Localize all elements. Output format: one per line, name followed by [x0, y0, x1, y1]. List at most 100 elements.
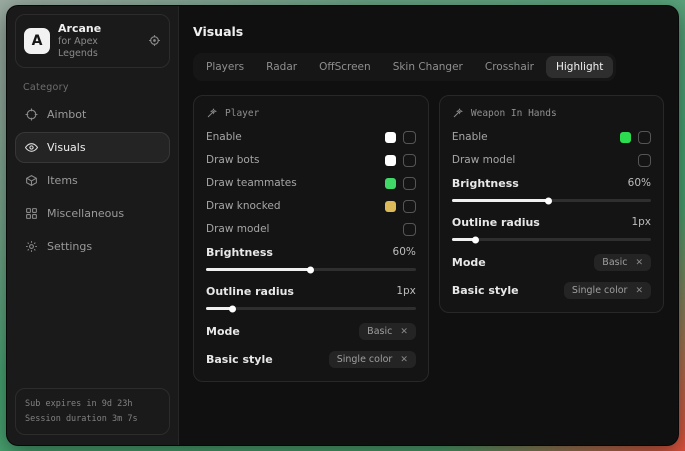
- slider-label: Outline radius: [452, 216, 540, 229]
- slider-fill: [206, 268, 311, 271]
- subscription-info-card: Sub expires in 9d 23h Session duration 3…: [15, 388, 170, 435]
- slider-value: 1px: [631, 216, 651, 228]
- checkbox[interactable]: [403, 200, 416, 213]
- slider-thumb[interactable]: [307, 266, 314, 273]
- sidebar-item-items[interactable]: Items: [15, 165, 170, 196]
- toggle-row-draw-bots: Draw bots: [206, 153, 416, 167]
- tab-radar[interactable]: Radar: [256, 56, 307, 78]
- checkbox[interactable]: [403, 223, 416, 236]
- sidebar-item-label: Visuals: [47, 141, 86, 154]
- tag-close-icon[interactable]: ✕: [635, 286, 643, 296]
- toggle-label: Draw knocked: [206, 200, 281, 212]
- slider-fill: [452, 238, 476, 241]
- toggle-row-draw-teammates: Draw teammates: [206, 176, 416, 190]
- tag-label: Basic style: [206, 353, 273, 366]
- sidebar-item-label: Miscellaneous: [47, 207, 124, 220]
- mode-row: Mode Basic ✕: [206, 323, 416, 340]
- tab-offscreen[interactable]: OffScreen: [309, 56, 381, 78]
- weapon-in-hands-panel: Weapon In Hands Enable Draw model Bright…: [439, 95, 664, 313]
- slider-thumb[interactable]: [229, 305, 236, 312]
- toggle-label: Draw bots: [206, 154, 259, 166]
- tag-value: Single color: [337, 354, 393, 365]
- tag-value: Single color: [572, 285, 628, 296]
- app-window: A Arcane for Apex Legends Category: [6, 5, 679, 446]
- slider-thumb[interactable]: [545, 197, 552, 204]
- sidebar-item-settings[interactable]: Settings: [15, 231, 170, 262]
- category-label: Category: [23, 82, 170, 93]
- basic-style-row: Basic style Single color ✕: [452, 282, 651, 299]
- checkbox[interactable]: [403, 131, 416, 144]
- app-meta: Arcane for Apex Legends: [58, 22, 140, 60]
- grid-icon: [25, 207, 38, 220]
- sidebar-header-card: A Arcane for Apex Legends: [15, 14, 170, 68]
- slider-fill: [206, 307, 233, 310]
- page-title: Visuals: [193, 24, 664, 39]
- color-swatch[interactable]: [385, 155, 396, 166]
- player-panel-header: Player: [206, 107, 416, 119]
- mode-row: Mode Basic ✕: [452, 254, 651, 271]
- slider-value: 60%: [628, 177, 651, 189]
- target-icon[interactable]: [148, 34, 161, 47]
- sidebar-item-label: Settings: [47, 240, 92, 253]
- tag-value: Basic: [367, 326, 392, 337]
- checkbox[interactable]: [403, 154, 416, 167]
- tag-close-icon[interactable]: ✕: [400, 355, 408, 365]
- toggle-row-enable: Enable: [452, 130, 651, 144]
- toggle-row-draw-model: Draw model: [206, 222, 416, 236]
- color-swatch[interactable]: [620, 132, 631, 143]
- slider-row-outline-radius: Outline radius 1px: [452, 215, 651, 229]
- slider-row-outline-radius: Outline radius 1px: [206, 284, 416, 298]
- mode-tag[interactable]: Basic ✕: [594, 254, 651, 271]
- sidebar-item-miscellaneous[interactable]: Miscellaneous: [15, 198, 170, 229]
- checkbox[interactable]: [403, 177, 416, 190]
- panel-title: Player: [225, 108, 259, 119]
- slider-fill: [452, 199, 550, 202]
- slider-label: Brightness: [452, 177, 519, 190]
- sidebar-item-label: Items: [47, 174, 78, 187]
- sidebar-item-visuals[interactable]: Visuals: [15, 132, 170, 163]
- outline-radius-slider[interactable]: [206, 307, 416, 310]
- tag-close-icon[interactable]: ✕: [400, 327, 408, 337]
- tag-label: Mode: [452, 256, 486, 269]
- mode-tag[interactable]: Basic ✕: [359, 323, 416, 340]
- app-subtitle: for Apex Legends: [58, 36, 140, 60]
- player-panel: Player Enable Draw bots: [193, 95, 429, 382]
- outline-radius-slider[interactable]: [452, 238, 651, 241]
- tab-skin-changer[interactable]: Skin Changer: [383, 56, 473, 78]
- toggle-row-enable: Enable: [206, 130, 416, 144]
- tag-close-icon[interactable]: ✕: [635, 258, 643, 268]
- wand-icon: [452, 107, 464, 119]
- tab-highlight[interactable]: Highlight: [546, 56, 613, 78]
- sidebar-item-aimbot[interactable]: Aimbot: [15, 99, 170, 130]
- session-duration-text: Session duration 3m 7s: [25, 412, 160, 426]
- tab-crosshair[interactable]: Crosshair: [475, 56, 544, 78]
- eye-icon: [25, 141, 38, 154]
- checkbox[interactable]: [638, 154, 651, 167]
- checkbox[interactable]: [638, 131, 651, 144]
- tab-players[interactable]: Players: [196, 56, 254, 78]
- brightness-slider[interactable]: [452, 199, 651, 202]
- toggle-label: Draw model: [452, 154, 515, 166]
- toggle-row-draw-knocked: Draw knocked: [206, 199, 416, 213]
- slider-thumb[interactable]: [472, 236, 479, 243]
- color-swatch[interactable]: [385, 201, 396, 212]
- panel-title: Weapon In Hands: [471, 108, 557, 119]
- app-name: Arcane: [58, 22, 140, 36]
- toggle-row-draw-model: Draw model: [452, 153, 651, 167]
- app-logo: A: [24, 28, 50, 54]
- wand-icon: [206, 107, 218, 119]
- toggle-label: Draw model: [206, 223, 269, 235]
- basic-style-tag[interactable]: Single color ✕: [564, 282, 651, 299]
- toggle-label: Enable: [206, 131, 242, 143]
- slider-value: 60%: [393, 246, 416, 258]
- slider-label: Brightness: [206, 246, 273, 259]
- basic-style-tag[interactable]: Single color ✕: [329, 351, 416, 368]
- brightness-slider[interactable]: [206, 268, 416, 271]
- weapon-panel-header: Weapon In Hands: [452, 107, 651, 119]
- sidebar-nav: Aimbot Visuals Items: [15, 99, 170, 262]
- toggle-label: Draw teammates: [206, 177, 297, 189]
- color-swatch[interactable]: [385, 178, 396, 189]
- panels-row: Player Enable Draw bots: [193, 95, 664, 382]
- basic-style-row: Basic style Single color ✕: [206, 351, 416, 368]
- color-swatch[interactable]: [385, 132, 396, 143]
